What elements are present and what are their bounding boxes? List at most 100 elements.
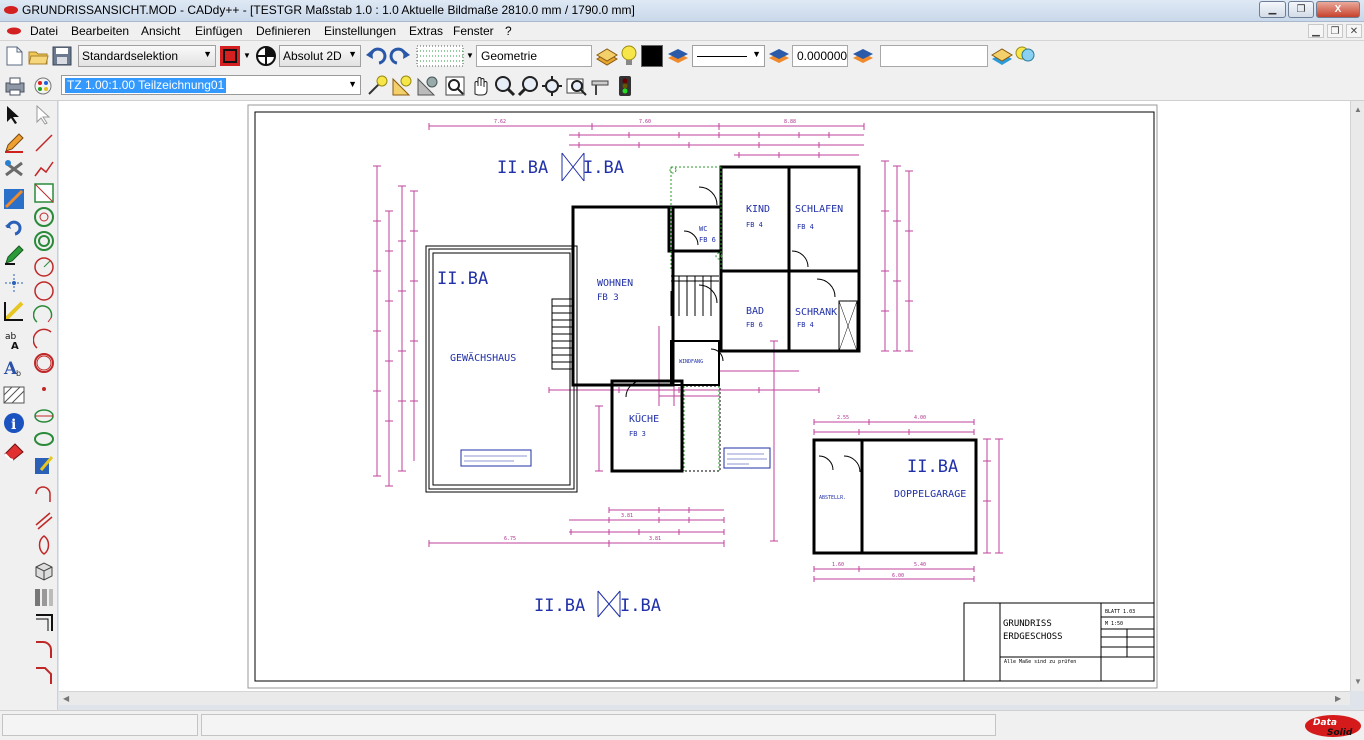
chamfer-tool-icon[interactable] <box>33 664 55 686</box>
pan-view-icon[interactable] <box>416 75 438 97</box>
pencil-edit-icon[interactable] <box>3 132 25 154</box>
palette-icon[interactable] <box>32 75 54 97</box>
menu-einfuegen[interactable]: Einfügen <box>195 24 242 38</box>
zoom-previous-icon[interactable] <box>565 75 587 97</box>
rectangle-tool-icon[interactable] <box>33 182 55 204</box>
minimize-button[interactable]: ▁ <box>1259 1 1286 18</box>
selection-box-icon[interactable] <box>219 45 241 67</box>
redraw-icon[interactable] <box>589 75 611 97</box>
horizontal-scrollbar[interactable]: ◀ ▶ <box>59 691 1350 705</box>
room-schrank-code: FB 4 <box>797 321 814 329</box>
group-hand-icon[interactable] <box>990 45 1014 67</box>
zoom-all-icon[interactable] <box>541 75 563 97</box>
mdi-minimize-button[interactable]: ▁ <box>1308 24 1324 38</box>
select-outline-icon[interactable] <box>33 104 55 126</box>
circle-radius-icon[interactable] <box>33 256 55 278</box>
mdi-close-button[interactable]: ✕ <box>1346 24 1362 38</box>
vertical-scrollbar[interactable]: ▲ ▼ <box>1350 101 1364 691</box>
arc-three-point-icon[interactable] <box>33 328 55 350</box>
grid-dropdown-icon[interactable]: ▼ <box>466 51 474 60</box>
scroll-down-icon[interactable]: ▼ <box>1354 677 1362 686</box>
close-button[interactable]: X <box>1316 1 1360 18</box>
hatch-pattern-icon[interactable] <box>3 384 25 406</box>
select-arrow-icon[interactable] <box>3 104 25 126</box>
concentric-circle-icon[interactable] <box>33 230 55 252</box>
lightbulb-icon[interactable] <box>619 44 639 68</box>
restore-button[interactable]: ❐ <box>1288 1 1314 18</box>
open-folder-icon[interactable] <box>27 45 49 67</box>
modify-tools-icon[interactable] <box>3 158 25 180</box>
mdi-restore-button[interactable]: ❐ <box>1327 24 1343 38</box>
traffic-light-icon[interactable] <box>618 75 632 97</box>
point-tool-icon[interactable] <box>33 378 55 400</box>
dimension-points-icon[interactable] <box>3 272 25 294</box>
hand-pan-icon[interactable] <box>469 74 491 98</box>
text-format-icon[interactable]: abA <box>3 328 25 350</box>
dim-garage-top-2: 4.00 <box>914 415 926 421</box>
measure-icon[interactable] <box>366 75 388 97</box>
linewidth-layers-icon[interactable] <box>768 45 790 67</box>
offset-tool-icon[interactable] <box>33 612 55 634</box>
line-tool-icon[interactable] <box>33 132 55 154</box>
save-disk-icon[interactable] <box>51 45 73 67</box>
hatch-yellow-icon[interactable] <box>3 300 25 322</box>
undo-icon[interactable] <box>365 45 387 67</box>
spline-tool-icon[interactable] <box>33 484 55 506</box>
eraser-icon[interactable] <box>3 440 25 462</box>
attribute-field[interactable] <box>880 45 988 67</box>
text-tool-icon[interactable]: Ab <box>3 356 25 378</box>
info-icon[interactable]: i <box>3 412 25 434</box>
layer-hand-icon[interactable] <box>595 45 619 67</box>
scroll-right-icon[interactable]: ▶ <box>1335 694 1341 703</box>
pen-green-icon[interactable] <box>3 244 25 266</box>
menu-bearbeiten[interactable]: Bearbeiten <box>71 24 129 38</box>
zoom-in-icon[interactable] <box>494 75 516 97</box>
selection-dropdown-icon[interactable]: ▼ <box>243 51 251 60</box>
drawing-canvas[interactable]: 7.62 7.60 8.88 3.81 3.81 6.75 2.55 4.00 … <box>59 101 1350 691</box>
pen-layers-icon[interactable] <box>852 45 874 67</box>
menu-definieren[interactable]: Definieren <box>256 24 311 38</box>
curve-edit-icon[interactable] <box>33 454 55 476</box>
layer-name-field[interactable]: Geometrie <box>476 45 592 67</box>
rotate-icon[interactable] <box>3 216 25 238</box>
ellipse-tool-icon[interactable] <box>33 404 55 426</box>
polyline-tool-icon[interactable] <box>33 158 55 180</box>
print-icon[interactable] <box>4 75 26 97</box>
menu-extras[interactable]: Extras <box>409 24 443 38</box>
scroll-up-icon[interactable]: ▲ <box>1354 105 1362 114</box>
arc-tool-icon[interactable] <box>33 304 55 326</box>
scroll-left-icon[interactable]: ◀ <box>63 694 69 703</box>
trim-extend-icon[interactable] <box>3 188 25 210</box>
parallel-lines-icon[interactable] <box>33 510 55 532</box>
contour-tool-icon[interactable] <box>33 534 55 556</box>
circle-center-icon[interactable] <box>33 206 55 228</box>
coordinate-mode-select[interactable]: Absolut 2D ▼ <box>279 45 361 67</box>
snap-circle-icon[interactable] <box>255 45 277 67</box>
menu-help[interactable]: ? <box>505 24 512 38</box>
zoom-window-icon[interactable] <box>444 75 466 97</box>
drawing-select[interactable]: TZ 1.00:1.00 Teilzeichnung01 ▼ <box>61 75 361 95</box>
ellipse-outline-icon[interactable] <box>33 428 55 450</box>
grid-pattern-icon[interactable] <box>416 45 464 67</box>
menu-datei[interactable]: Datei <box>30 24 58 38</box>
status-pane-main <box>201 714 996 736</box>
circle-tool-icon[interactable] <box>33 280 55 302</box>
linetype-select[interactable]: ▼ <box>692 45 765 67</box>
3d-box-icon[interactable] <box>33 560 55 582</box>
redo-icon[interactable] <box>389 45 411 67</box>
circle-outline-icon[interactable] <box>33 352 55 374</box>
zoom-out-icon[interactable] <box>517 75 539 97</box>
selection-mode-select[interactable]: Standardselektion ▼ <box>78 45 216 67</box>
menu-einstellungen[interactable]: Einstellungen <box>324 24 396 38</box>
new-file-icon[interactable] <box>4 45 24 67</box>
wall-tool-icon[interactable] <box>33 586 55 608</box>
menu-ansicht[interactable]: Ansicht <box>141 24 180 38</box>
fillet-tool-icon[interactable] <box>33 638 55 660</box>
color-swatch[interactable] <box>641 45 663 67</box>
linetype-layers-icon[interactable] <box>667 45 689 67</box>
caddy-menu-icon[interactable] <box>6 26 22 36</box>
triangle-ruler-icon[interactable] <box>391 75 413 97</box>
lightbulb-group-icon[interactable] <box>1014 44 1036 68</box>
line-width-field[interactable]: 0.000000 <box>792 45 848 67</box>
menu-fenster[interactable]: Fenster <box>453 24 494 38</box>
